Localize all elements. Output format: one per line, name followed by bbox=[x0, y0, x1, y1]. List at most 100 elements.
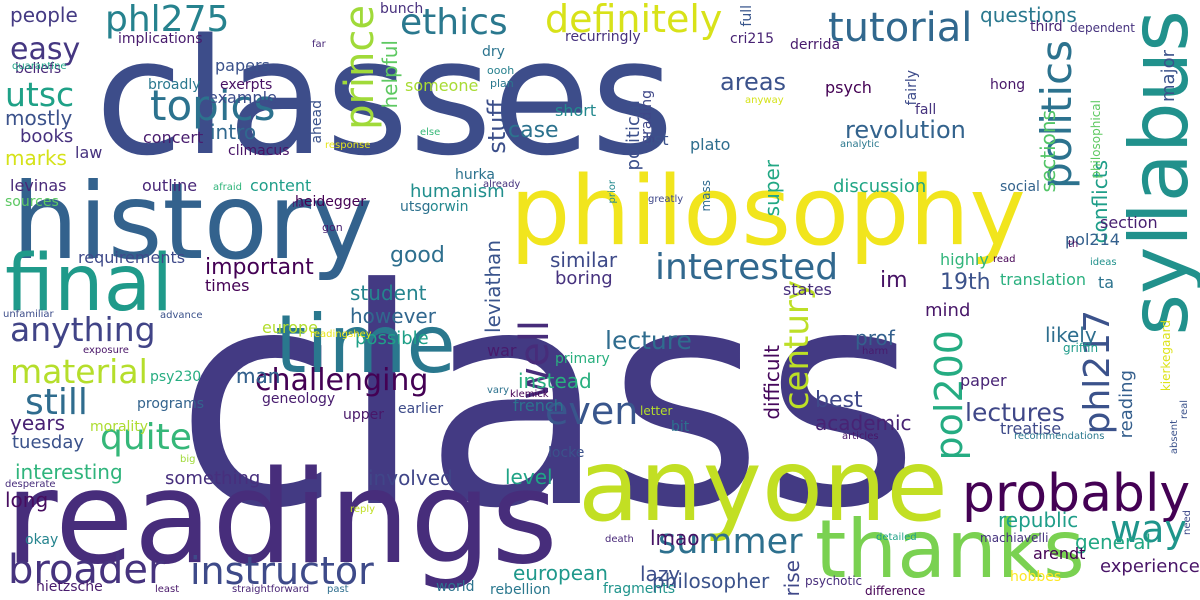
word-read: read bbox=[993, 254, 1016, 265]
word-ta: ta bbox=[1098, 273, 1115, 292]
word-dependent: dependent bbox=[1070, 21, 1135, 35]
word-requirements: requirements bbox=[78, 248, 186, 267]
word-general: general bbox=[1075, 530, 1152, 554]
word-morality: morality bbox=[90, 419, 149, 435]
word-french: french bbox=[513, 396, 564, 415]
word-oooh: oooh bbox=[487, 64, 515, 77]
word-harm: harm bbox=[862, 346, 889, 357]
word-fairly: fairly bbox=[904, 70, 920, 106]
word-bit: bit bbox=[671, 419, 690, 435]
word-dry: dry bbox=[482, 44, 505, 60]
word-prince: prince bbox=[337, 5, 383, 130]
word-war: war bbox=[487, 341, 517, 360]
word-similar: similar bbox=[550, 248, 618, 272]
word-intro: intro bbox=[210, 120, 257, 144]
word-tuesday: tuesday bbox=[12, 432, 85, 453]
word-else: else bbox=[420, 127, 441, 138]
word-hong: hong bbox=[990, 77, 1026, 93]
word-mostly: mostly bbox=[5, 106, 73, 130]
word-detailed: detailed bbox=[876, 532, 917, 543]
word-reply: reply bbox=[350, 504, 376, 515]
word-machiavelli: machiavelli bbox=[980, 531, 1049, 545]
word-prof: prof bbox=[855, 326, 895, 350]
word-highly: highly bbox=[940, 250, 989, 269]
word-major: major bbox=[1158, 50, 1179, 102]
word-recurringly: recurringly bbox=[565, 29, 641, 45]
word-experience: experience bbox=[1100, 556, 1200, 577]
word-locke: locke bbox=[548, 445, 585, 461]
word-content: content bbox=[250, 176, 312, 195]
word-cloud: class classes readings history philosophy any… bbox=[0, 0, 1200, 600]
word-mind: mind bbox=[925, 300, 971, 321]
word-kierkegaard: kierkegaard bbox=[1159, 320, 1173, 392]
word-republic: republic bbox=[998, 508, 1079, 532]
word-super: super bbox=[760, 160, 784, 217]
word-rebellion: rebellion bbox=[490, 582, 551, 598]
word-leviathan: leviathan bbox=[481, 240, 505, 333]
word-however: however bbox=[350, 304, 436, 328]
word-griffin: griffin bbox=[1063, 341, 1099, 355]
word-fragments: fragments bbox=[603, 581, 676, 597]
word-19th: 19th bbox=[940, 270, 991, 295]
word-discussion: discussion bbox=[833, 176, 927, 197]
word-best: best bbox=[815, 388, 863, 413]
word-broadly: broadly bbox=[148, 77, 201, 93]
word-orwin: orwin bbox=[430, 199, 469, 215]
word-plato: plato bbox=[690, 135, 731, 154]
word-already: already bbox=[483, 179, 521, 190]
word-paper: paper bbox=[960, 371, 1007, 390]
word-lmao: lmao bbox=[650, 526, 700, 550]
word-instead: instead bbox=[518, 369, 592, 393]
word-prior: prior bbox=[607, 180, 618, 204]
word-times: times bbox=[205, 276, 250, 295]
word-translation: translation bbox=[1000, 270, 1087, 289]
word-full: full bbox=[739, 5, 755, 27]
word-implications: implications bbox=[118, 31, 203, 47]
word-climacus: climacus bbox=[228, 143, 290, 159]
word-world: world bbox=[436, 579, 475, 595]
word-sources: sources bbox=[5, 194, 59, 210]
word-tutorial: tutorial bbox=[828, 5, 973, 51]
word-short: short bbox=[555, 101, 597, 120]
word-derrida: derrida bbox=[790, 37, 841, 53]
word-real: real bbox=[1179, 400, 1190, 419]
word-man: man bbox=[236, 364, 281, 388]
word-exposure: exposure bbox=[83, 345, 129, 356]
word-greatly: greatly bbox=[648, 194, 684, 205]
word-unfamiliar: unfamiliar bbox=[3, 309, 54, 320]
word-readingshey: readingshey bbox=[310, 329, 372, 340]
word-philosophical: philosophical bbox=[1089, 100, 1103, 179]
word-psychotic: psychotic bbox=[805, 574, 863, 588]
word-past: past bbox=[327, 584, 349, 595]
word-ideas: ideas bbox=[1090, 257, 1117, 268]
word-books: books bbox=[20, 126, 74, 147]
word-vary: vary bbox=[487, 385, 510, 396]
word-geneology: geneology bbox=[262, 391, 336, 407]
word-difference: difference bbox=[865, 584, 926, 598]
word-outline: outline bbox=[142, 176, 198, 195]
word-psych: psych bbox=[825, 78, 872, 97]
word-cri215: cri215 bbox=[730, 31, 775, 47]
word-sections: sections bbox=[1036, 110, 1060, 193]
word-klemick: klemick bbox=[510, 389, 549, 400]
word-bunch: bunch bbox=[380, 1, 424, 17]
word-earlier: earlier bbox=[398, 401, 444, 417]
word-psy230: psy230 bbox=[150, 369, 202, 385]
word-third: third bbox=[1030, 19, 1063, 35]
word-straightforward: straightforward bbox=[232, 584, 310, 595]
word-hobbes: hobbes bbox=[1010, 569, 1062, 585]
word-levinas: levinas bbox=[10, 176, 67, 195]
word-grading: grading bbox=[639, 90, 655, 144]
word-states: states bbox=[783, 280, 832, 299]
word-rise: rise bbox=[780, 560, 804, 597]
word-boring: boring bbox=[555, 268, 613, 289]
word-student: student bbox=[350, 281, 427, 305]
word-im: im bbox=[880, 268, 908, 293]
word-concert: concert bbox=[143, 128, 204, 147]
word-exerpts: exerpts bbox=[220, 77, 273, 93]
word-advance: advance bbox=[160, 310, 203, 321]
word-areas: areas bbox=[720, 68, 787, 96]
word-mass: mass bbox=[699, 180, 713, 212]
word-programs: programs bbox=[137, 396, 205, 412]
word-okay: okay bbox=[25, 532, 59, 548]
